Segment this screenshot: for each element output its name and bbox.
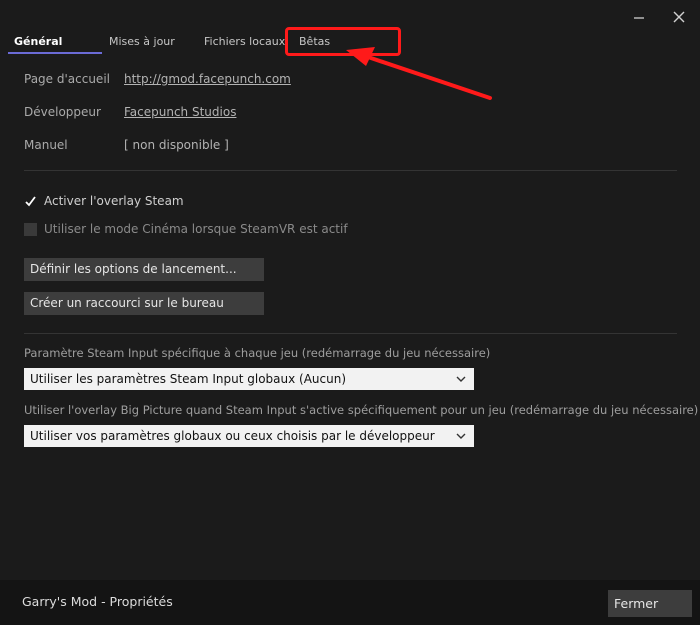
homepage-label: Page d'accueil bbox=[24, 72, 110, 86]
chevron-down-icon bbox=[456, 433, 466, 439]
big-picture-label: Utiliser l'overlay Big Picture quand Ste… bbox=[24, 403, 699, 417]
developer-label: Développeur bbox=[24, 105, 101, 119]
annotation-highlight-box bbox=[285, 27, 401, 56]
steam-input-select[interactable]: Utiliser les paramètres Steam Input glob… bbox=[24, 368, 474, 390]
properties-window: Général Mises à jour Fichiers locaux Bêt… bbox=[0, 0, 700, 625]
big-picture-select[interactable]: Utiliser vos paramètres globaux ou ceux … bbox=[24, 425, 474, 447]
minimize-icon[interactable] bbox=[631, 9, 647, 25]
footer-bar: Garry's Mod - Propriétés Fermer bbox=[0, 580, 700, 625]
chevron-down-icon bbox=[456, 376, 466, 382]
cinema-checkbox-label: Utiliser le mode Cinéma lorsque SteamVR … bbox=[44, 222, 348, 236]
launch-options-button[interactable]: Définir les options de lancement... bbox=[24, 258, 264, 281]
cinema-checkbox-row[interactable]: Utiliser le mode Cinéma lorsque SteamVR … bbox=[24, 221, 348, 237]
close-button[interactable]: Fermer bbox=[608, 590, 692, 617]
close-icon[interactable] bbox=[671, 9, 687, 25]
steam-input-selected-value: Utiliser les paramètres Steam Input glob… bbox=[30, 372, 347, 386]
steam-input-label: Paramètre Steam Input spécifique à chaqu… bbox=[24, 346, 491, 360]
manual-label: Manuel bbox=[24, 138, 68, 152]
manual-value: [ non disponible ] bbox=[124, 138, 229, 152]
cinema-checkbox[interactable] bbox=[24, 222, 37, 236]
window-title: Garry's Mod - Propriétés bbox=[22, 594, 173, 609]
overlay-checkbox-row[interactable]: Activer l'overlay Steam bbox=[24, 193, 184, 209]
divider bbox=[24, 333, 677, 334]
active-tab-underline bbox=[8, 52, 102, 54]
tab-local-files[interactable]: Fichiers locaux bbox=[204, 32, 285, 54]
tab-general[interactable]: Général bbox=[14, 32, 62, 54]
checkmark-icon bbox=[25, 195, 36, 206]
homepage-link[interactable]: http://gmod.facepunch.com bbox=[124, 72, 291, 86]
big-picture-selected-value: Utiliser vos paramètres globaux ou ceux … bbox=[30, 429, 435, 443]
divider bbox=[24, 170, 677, 171]
overlay-checkbox[interactable] bbox=[24, 195, 37, 208]
overlay-checkbox-label: Activer l'overlay Steam bbox=[44, 194, 184, 208]
developer-link[interactable]: Facepunch Studios bbox=[124, 105, 236, 119]
tab-updates[interactable]: Mises à jour bbox=[109, 32, 175, 54]
desktop-shortcut-button[interactable]: Créer un raccourci sur le bureau bbox=[24, 292, 264, 315]
